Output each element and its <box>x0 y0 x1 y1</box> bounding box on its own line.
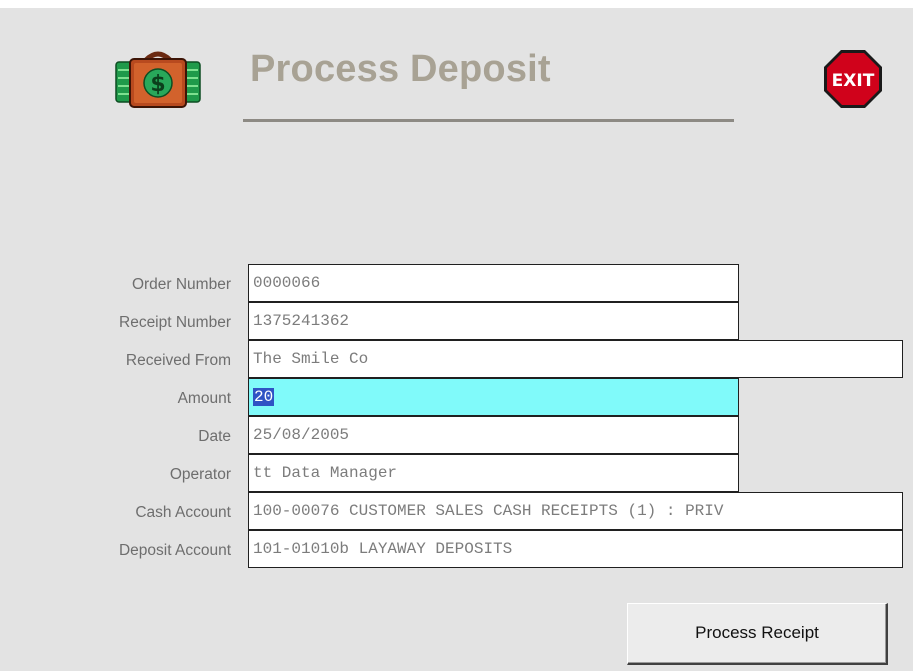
operator-label: Operator <box>169 466 231 483</box>
money-bag-dollar-icon: $ <box>112 48 204 110</box>
amount-label: Amount <box>177 390 231 407</box>
order-number-label: Order Number <box>131 276 231 293</box>
process-receipt-button[interactable]: Process Receipt <box>627 603 888 665</box>
svg-text:$: $ <box>150 72 165 97</box>
received-from-field[interactable]: The Smile Co <box>248 340 903 378</box>
operator-field[interactable]: tt Data Manager <box>248 454 739 492</box>
deposit-account-label: Deposit Account <box>118 542 231 559</box>
amount-field[interactable]: 20 <box>248 378 739 416</box>
date-label: Date <box>198 428 231 445</box>
receipt-number-field[interactable]: 1375241362 <box>248 302 739 340</box>
date-field[interactable]: 25/08/2005 <box>248 416 739 454</box>
cash-account-label: Cash Account <box>135 504 231 521</box>
process-deposit-window: $ Process Deposit EXIT Order Number 0000… <box>0 8 913 671</box>
order-number-field[interactable]: 0000066 <box>248 264 739 302</box>
exit-stop-sign-icon: EXIT <box>824 50 882 108</box>
exit-button[interactable]: EXIT <box>822 48 884 110</box>
amount-selected-text: 20 <box>253 388 275 406</box>
title-underline <box>243 119 734 122</box>
receipt-number-label: Receipt Number <box>119 314 231 331</box>
cash-account-field[interactable]: 100-00076 CUSTOMER SALES CASH RECEIPTS (… <box>248 492 903 530</box>
page-title: Process Deposit <box>250 48 551 90</box>
received-from-label: Received From <box>125 352 231 369</box>
exit-label: EXIT <box>832 71 875 91</box>
deposit-account-field[interactable]: 101-01010b LAYAWAY DEPOSITS <box>248 530 903 568</box>
